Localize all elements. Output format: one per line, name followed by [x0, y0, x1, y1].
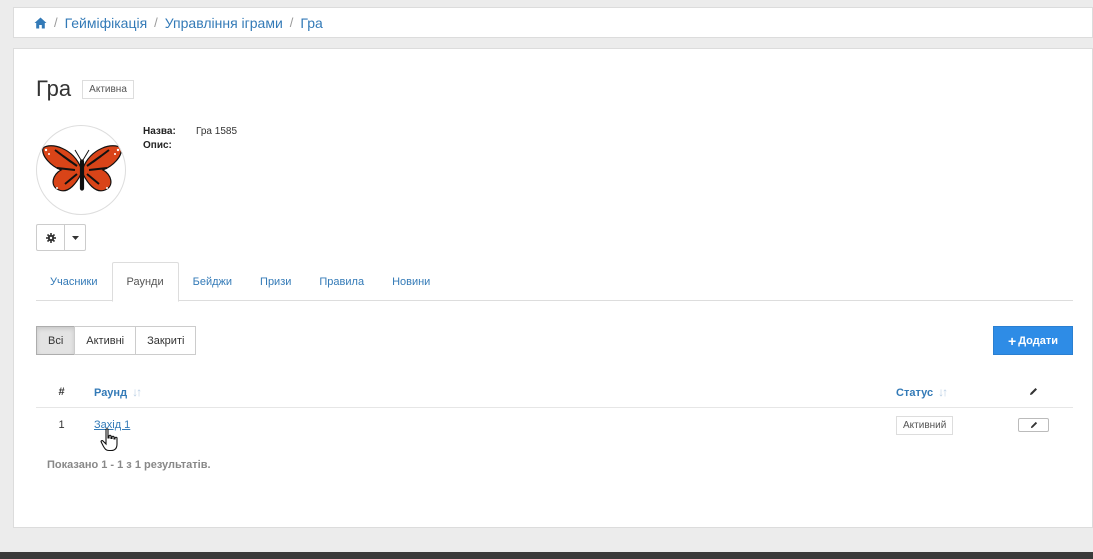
settings-button-group — [36, 224, 86, 251]
tab-badges[interactable]: Бейджи — [179, 262, 246, 301]
meta-description-row: Опис: — [143, 140, 237, 151]
column-header-num: # — [58, 385, 65, 398]
breadcrumb-separator: / — [54, 15, 58, 30]
row-num: 1 — [58, 419, 65, 431]
breadcrumb-separator: / — [289, 15, 294, 30]
add-button-label: Додати — [1018, 334, 1058, 347]
tab-prizes[interactable]: Призи — [246, 262, 305, 301]
game-status-badge: Активна — [82, 79, 134, 99]
tab-rounds[interactable]: Раунди — [111, 262, 179, 302]
pencil-icon — [1030, 421, 1037, 429]
title-row: Гра Активна — [36, 76, 134, 102]
name-label: Назва: — [143, 126, 176, 137]
add-round-button[interactable]: + Додати — [993, 326, 1073, 355]
round-status-badge: Активний — [896, 415, 954, 435]
gear-icon — [45, 232, 56, 243]
breadcrumb-game[interactable]: Гра — [300, 15, 322, 31]
sort-status-link[interactable]: Статус — [896, 387, 933, 399]
rounds-table: # Раунд ↓↑ Статус ↓↑ 1 Захід 1 Активний — [36, 376, 1073, 442]
settings-dropdown-toggle[interactable] — [65, 224, 86, 251]
tab-rules[interactable]: Правила — [305, 262, 378, 301]
game-meta: Назва: Гра 1585 Опис: — [143, 126, 237, 154]
table-row: 1 Захід 1 Активний — [36, 408, 1073, 442]
column-header-status[interactable]: Статус ↓↑ — [889, 385, 994, 399]
filter-all-button[interactable]: Всі — [36, 326, 76, 355]
row-edit-cell — [994, 418, 1073, 432]
sort-round-link[interactable]: Раунд — [94, 387, 127, 399]
filter-closed-button[interactable]: Закриті — [135, 326, 197, 355]
edit-round-button[interactable] — [1018, 418, 1049, 432]
meta-name-row: Назва: Гра 1585 — [143, 126, 237, 137]
filter-active-button[interactable]: Активні — [74, 326, 137, 355]
page-title: Гра — [36, 76, 72, 101]
column-header-edit — [994, 387, 1073, 396]
game-tabs: Учасники Раунди Бейджи Призи Правила Нов… — [36, 262, 1073, 302]
row-status-cell: Активний — [889, 415, 994, 435]
tab-participants[interactable]: Учасники — [36, 262, 112, 301]
breadcrumb-game-management[interactable]: Управління іграми — [165, 15, 283, 31]
description-label: Опис: — [143, 140, 172, 151]
tab-news[interactable]: Новини — [378, 262, 444, 301]
sort-icon: ↓↑ — [938, 384, 948, 399]
name-value: Гра 1585 — [196, 126, 238, 137]
game-panel: Гра Активна Назва: Гра 1585 Опис: Учасни… — [13, 48, 1093, 528]
column-header-round[interactable]: Раунд ↓↑ — [87, 385, 889, 399]
home-icon[interactable] — [34, 17, 47, 29]
caret-down-icon — [71, 235, 79, 240]
sort-icon: ↓↑ — [132, 384, 142, 399]
round-filter-group: Всі Активні Закриті — [36, 326, 197, 355]
footer-bar — [0, 552, 1093, 559]
game-avatar — [36, 125, 126, 215]
results-summary: Показано 1 - 1 з 1 результатів. — [47, 459, 211, 471]
hand-cursor-icon — [100, 428, 120, 455]
settings-button[interactable] — [36, 224, 65, 251]
breadcrumb: / Гейміфікація / Управління іграми / Гра — [13, 7, 1093, 38]
pencil-icon — [1030, 388, 1037, 395]
table-header: # Раунд ↓↑ Статус ↓↑ — [36, 376, 1073, 408]
plus-icon: + — [1008, 332, 1017, 349]
butterfly-icon — [42, 145, 122, 192]
breadcrumb-separator: / — [154, 15, 158, 30]
row-round-cell: Захід 1 — [87, 419, 889, 431]
breadcrumb-gamification[interactable]: Гейміфікація — [65, 15, 148, 31]
